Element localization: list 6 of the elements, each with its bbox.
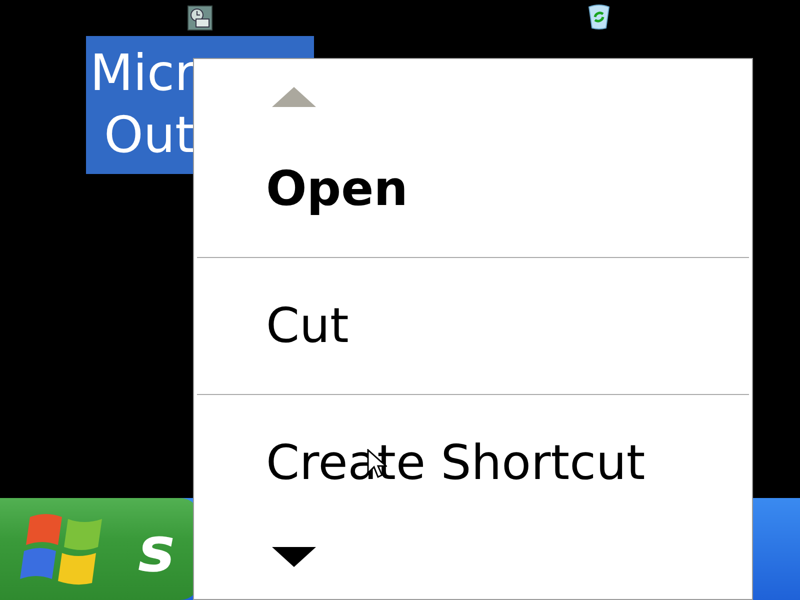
scroll-down-arrow-icon[interactable] [272, 547, 316, 567]
outlook-icon[interactable] [186, 4, 214, 32]
menu-item[interactable]: Cut [194, 258, 349, 394]
icon-label-line: Micr [90, 43, 196, 104]
menu-item[interactable]: Open [194, 121, 408, 257]
icon-label-line: Out [104, 105, 195, 166]
